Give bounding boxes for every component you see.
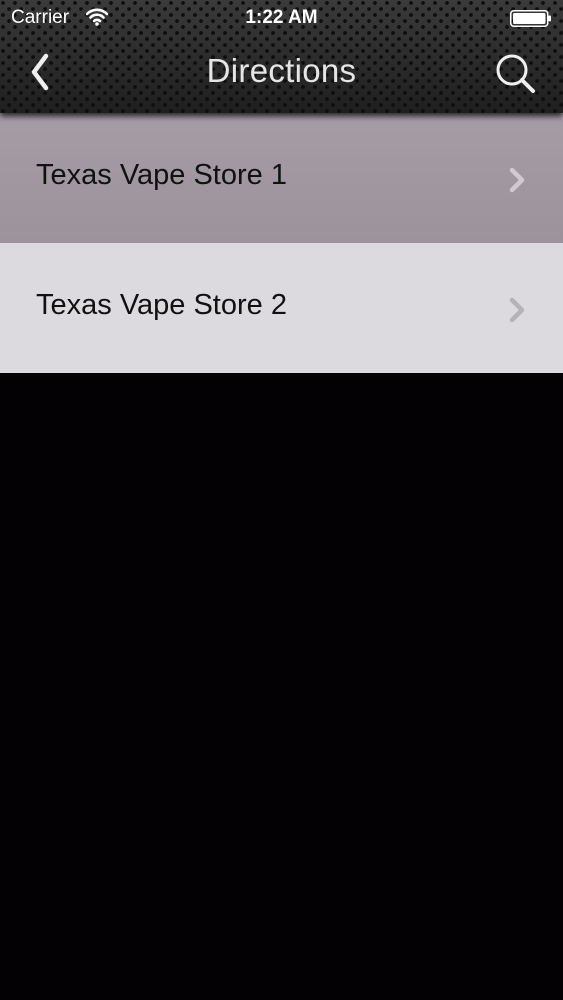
chevron-right-icon <box>506 165 528 195</box>
battery-icon <box>510 10 552 27</box>
page-title: Directions <box>206 52 357 89</box>
search-icon <box>490 54 540 102</box>
status-bar: Carrier 1:22 AM <box>0 0 563 36</box>
header: Carrier 1:22 AM Directions <box>0 0 563 113</box>
list-item-label: Texas Vape Store 2 <box>36 289 287 321</box>
list-item-texas-vape-store-2[interactable]: Texas Vape Store 2 <box>0 243 563 373</box>
search-button[interactable] <box>490 48 540 98</box>
chevron-right-icon <box>506 295 528 325</box>
directions-list: Texas Vape Store 1 Texas Vape Store 2 <box>0 113 563 373</box>
list-item-label: Texas Vape Store 1 <box>36 159 287 191</box>
list-item-texas-vape-store-1[interactable]: Texas Vape Store 1 <box>0 113 563 243</box>
navigation-bar: Directions <box>0 36 563 110</box>
status-time: 1:22 AM <box>245 7 318 28</box>
app-screen: Carrier 1:22 AM Directions Texas Vape St… <box>0 0 563 1000</box>
